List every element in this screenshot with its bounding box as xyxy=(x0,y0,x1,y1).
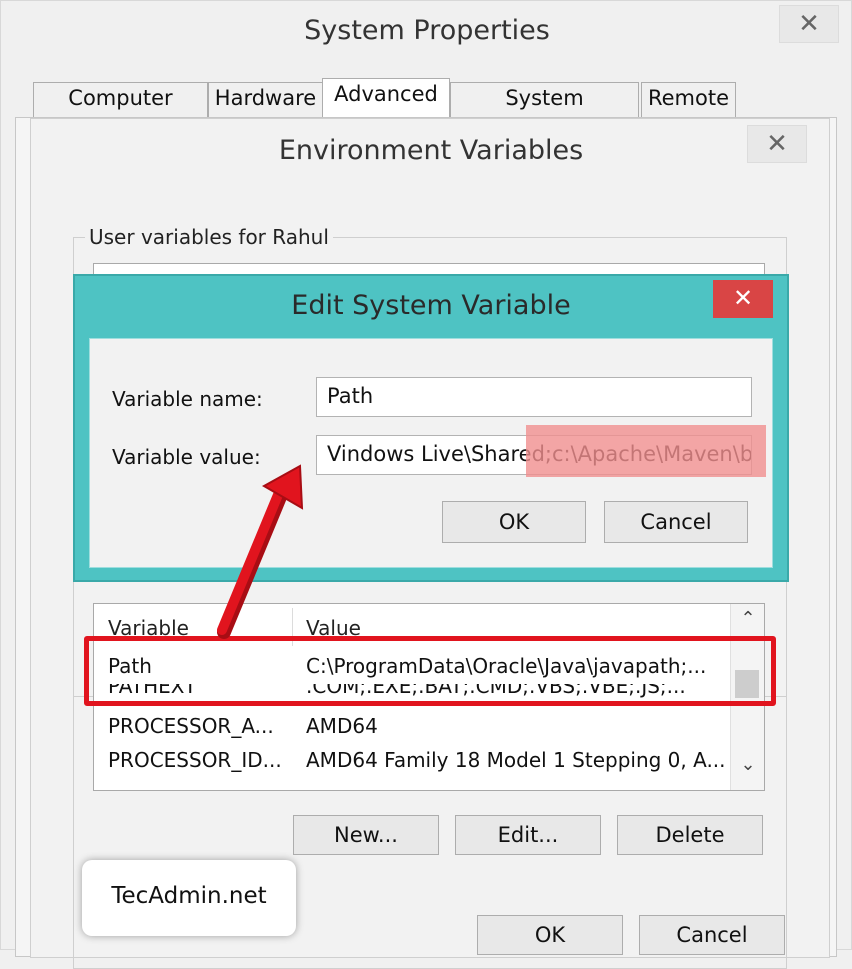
watermark: TecAdmin.net xyxy=(82,860,296,936)
annotation-arrow-icon xyxy=(217,464,304,639)
